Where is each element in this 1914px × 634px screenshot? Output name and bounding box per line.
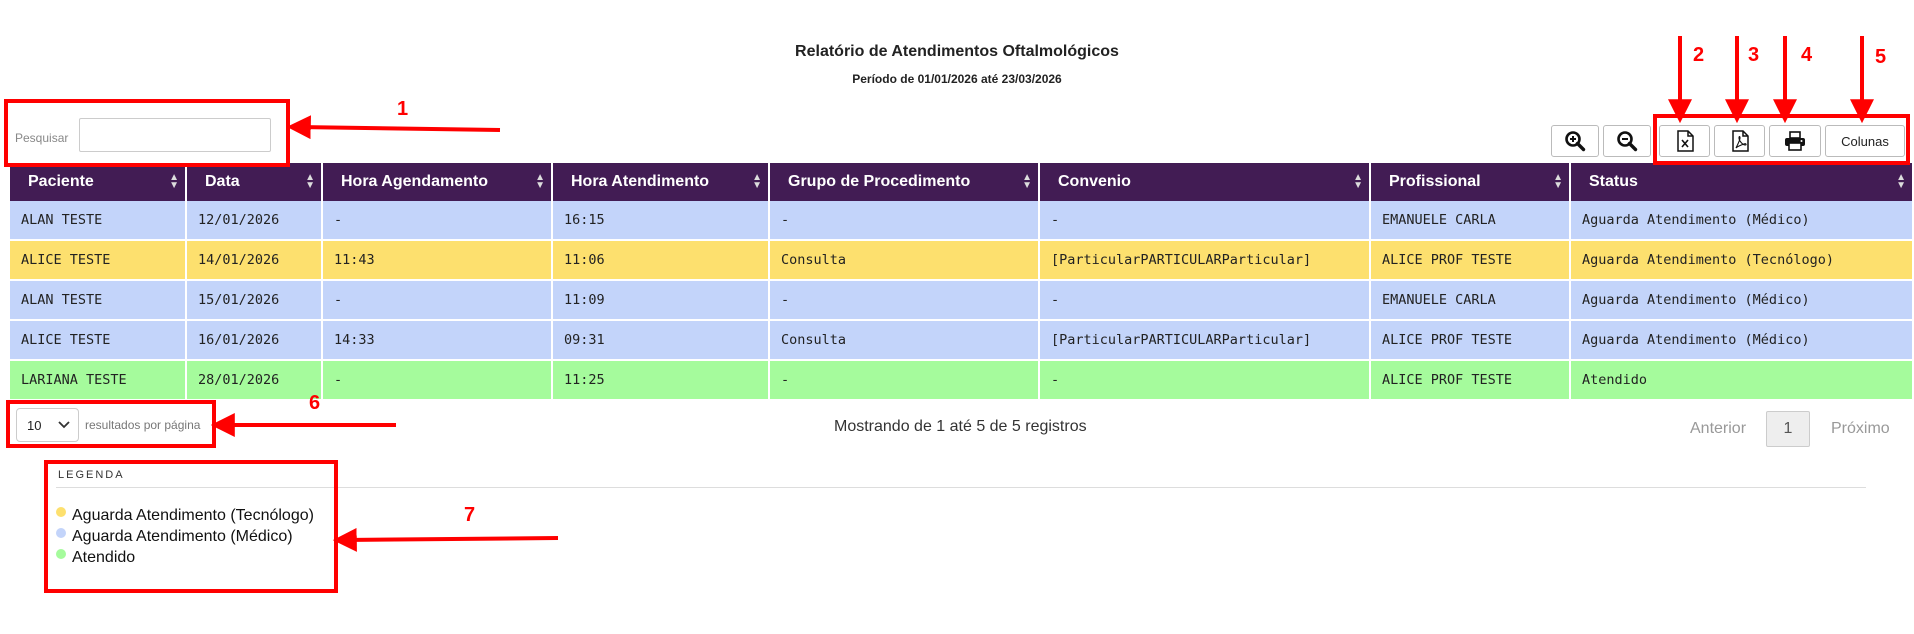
annotation-arrow-7 <box>332 527 559 552</box>
annotation-arrow-1 <box>286 115 501 140</box>
annotation-arrows <box>210 36 1874 552</box>
